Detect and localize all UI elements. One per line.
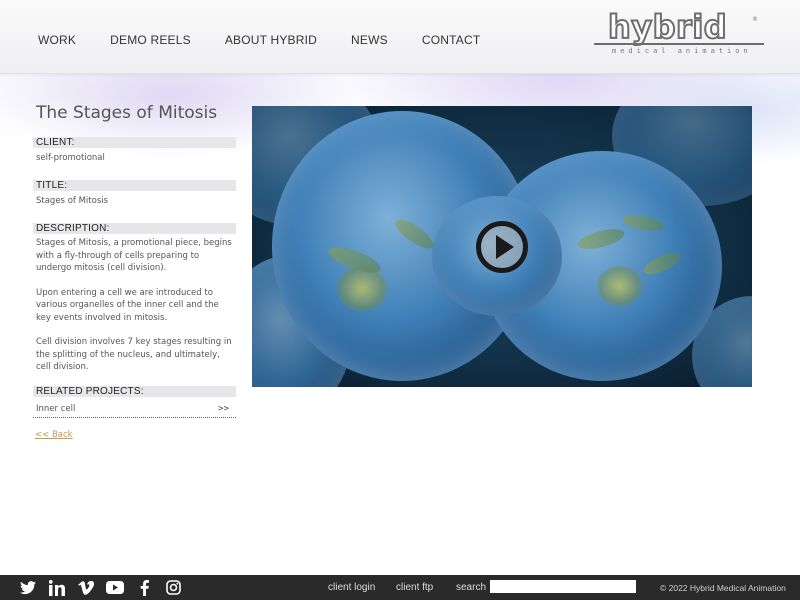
social-links [18, 579, 192, 596]
double-chevron-right-icon: >> [218, 404, 229, 414]
nav-about-hybrid[interactable]: ABOUT HYBRID [225, 33, 317, 47]
nav-work[interactable]: WORK [38, 33, 76, 47]
description-paragraph: Upon entering a cell we are introduced t… [36, 287, 219, 323]
search-input[interactable] [490, 580, 636, 593]
client-label: CLIENT: [33, 137, 236, 148]
twitter-icon[interactable] [18, 579, 38, 596]
instagram-icon[interactable] [163, 579, 183, 596]
nav-contact[interactable]: CONTACT [422, 33, 481, 47]
logo-underline [594, 43, 764, 45]
title-value: Stages of Mitosis [36, 196, 109, 206]
nucleus [597, 266, 642, 306]
video-player[interactable] [252, 106, 752, 387]
client-login-link[interactable]: client login [328, 582, 375, 593]
nav-news[interactable]: NEWS [351, 33, 388, 47]
description-text: Stages of Mitosis, a promotional piece, … [33, 237, 236, 374]
hybrid-logo[interactable]: hybrid ® medical animation [594, 7, 766, 60]
project-info: The Stages of Mitosis CLIENT: self-promo… [33, 100, 236, 441]
related-project-inner-cell[interactable]: Inner cell >> [33, 402, 236, 418]
related-projects-label: RELATED PROJECTS: [33, 385, 236, 397]
play-icon [496, 235, 514, 259]
logo-tagline: medical animation [612, 47, 752, 55]
description-paragraph: Cell division involves 7 key stages resu… [36, 337, 232, 372]
facebook-icon[interactable] [134, 579, 154, 596]
site-footer: client login client ftp search © 2022 Hy… [0, 575, 800, 600]
copyright-text: © 2022 Hybrid Medical Animation [660, 583, 786, 593]
back-link[interactable]: << Back [35, 430, 73, 440]
youtube-icon[interactable] [105, 579, 125, 596]
page-title: The Stages of Mitosis [36, 103, 218, 123]
linkedin-icon[interactable] [47, 579, 67, 596]
title-label: TITLE: [33, 180, 236, 191]
description-paragraph: Stages of Mitosis, a promotional piece, … [36, 238, 232, 273]
main-nav: WORK DEMO REELS ABOUT HYBRID NEWS CONTAC… [38, 33, 514, 47]
search-label: search [456, 582, 487, 593]
description-label: DESCRIPTION: [33, 223, 236, 234]
client-value: self-promotional [36, 153, 105, 163]
nucleus [337, 266, 387, 311]
nav-demo-reels[interactable]: DEMO REELS [110, 33, 191, 47]
logo-wordmark: hybrid [607, 7, 728, 47]
site-header: WORK DEMO REELS ABOUT HYBRID NEWS CONTAC… [0, 0, 800, 74]
vimeo-icon[interactable] [76, 579, 96, 596]
related-project-label: Inner cell [36, 404, 76, 414]
logo-registered-mark: ® [752, 16, 758, 23]
play-button[interactable] [476, 221, 528, 273]
client-ftp-link[interactable]: client ftp [396, 582, 433, 593]
